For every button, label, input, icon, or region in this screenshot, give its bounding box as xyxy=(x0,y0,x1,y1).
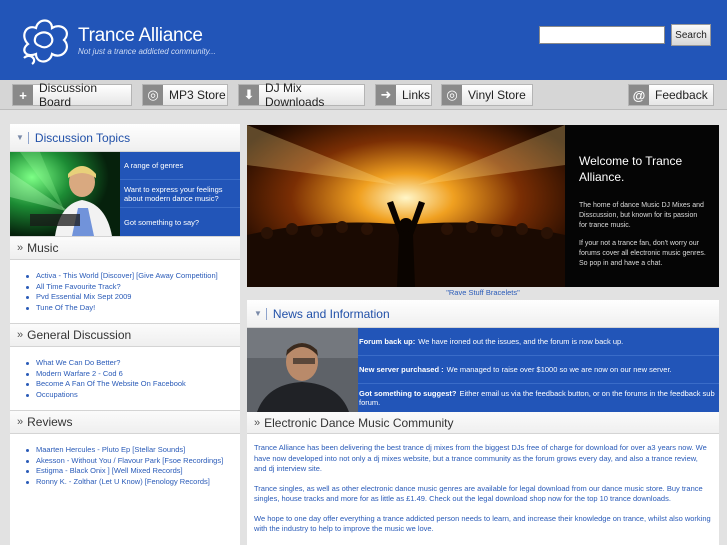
dj-photo xyxy=(10,152,120,236)
divider xyxy=(27,131,29,144)
discussion-topics-title[interactable]: Discussion Topics xyxy=(35,131,130,145)
edm-paragraph: We hope to one day offer everything a tr… xyxy=(254,513,711,534)
news-item-heading: New server purchased : xyxy=(359,364,444,374)
hero-banner: Welcome to Trance Alliance. The home of … xyxy=(247,125,719,287)
edm-header: » Electronic Dance Music Community xyxy=(247,412,719,434)
search-button[interactable]: Search xyxy=(671,24,711,46)
nav-mp3-store[interactable]: ◎ MP3 Store xyxy=(142,84,228,106)
topics-links: A range of genres Want to express your f… xyxy=(120,152,240,236)
list-item[interactable]: Pvd Essential Mix Sept 2009 xyxy=(26,292,232,303)
nav-vinyl-store[interactable]: ◎ Vinyl Store xyxy=(441,84,533,106)
nav-label: MP3 Store xyxy=(169,88,226,102)
general-discussion-list: What We Can Do Better? Modern Warfare 2 … xyxy=(10,347,240,410)
news-item: Got something to suggest? Either email us… xyxy=(358,384,719,412)
list-item[interactable]: Ronny K. - Zolthar (Let U Know) [Fenolog… xyxy=(26,477,232,488)
nav-label: Vinyl Store xyxy=(468,88,526,102)
nav-label: Discussion Board xyxy=(39,81,98,109)
list-item[interactable]: Estigma - Black Onix ] [Well Mixed Recor… xyxy=(26,466,232,477)
reviews-list: Maarten Hercules - Pluto Ep [Stellar Sou… xyxy=(10,434,240,497)
list-item[interactable]: Activa - This World [Discover] [Give Awa… xyxy=(26,271,232,282)
dj-portrait-photo xyxy=(247,328,358,412)
nav-dj-mix-downloads[interactable]: ⬇ DJ Mix Downloads xyxy=(238,81,365,109)
list-item[interactable]: What We Can Do Better? xyxy=(26,358,232,369)
main-nav: + Discussion Board ◎ MP3 Store ⬇ DJ Mix … xyxy=(0,80,727,110)
general-discussion-section-title[interactable]: General Discussion xyxy=(27,328,131,342)
main-content: ▼ News and Information Forum back up: We … xyxy=(247,300,719,545)
edm-paragraph: Trance Alliance has been delivering the … xyxy=(254,443,707,473)
trance-alliance-logo[interactable] xyxy=(18,14,74,66)
list-item[interactable]: All Time Favourite Track? xyxy=(26,282,232,293)
site-title[interactable]: Trance Alliance xyxy=(78,25,203,47)
double-chevron-icon: » xyxy=(254,416,261,429)
reviews-section-title[interactable]: Reviews xyxy=(27,415,72,429)
news-header: ▼ News and Information xyxy=(247,300,719,328)
collapse-triangle-icon[interactable]: ▼ xyxy=(254,309,262,318)
music-list: Activa - This World [Discover] [Give Awa… xyxy=(10,260,240,323)
nav-label: Links xyxy=(402,88,431,102)
edm-body: Trance Alliance has been delivering the … xyxy=(247,434,719,535)
list-item[interactable]: Maarten Hercules - Pluto Ep [Stellar Sou… xyxy=(26,445,232,456)
hero-title: Welcome to Trance Alliance. xyxy=(579,154,683,184)
list-item[interactable]: Tune Of The Day! xyxy=(26,303,232,314)
nav-feedback[interactable]: @ Feedback xyxy=(628,84,714,106)
nav-label: DJ Mix Downloads xyxy=(265,81,325,109)
site-tagline: Not just a trance addicted community... xyxy=(78,47,216,56)
discussion-topics-header: ▼ Discussion Topics xyxy=(10,124,240,152)
edm-paragraph: Trance singles, as well as other electro… xyxy=(254,483,703,504)
music-section-title[interactable]: Music xyxy=(27,241,58,255)
list-item[interactable]: Akesson - Without You / Flavour Park [Fs… xyxy=(26,456,232,467)
news-item-heading: Forum back up: xyxy=(359,336,416,346)
topic-link[interactable]: A range of genres xyxy=(120,152,240,180)
hero-text-panel: Welcome to Trance Alliance. The home of … xyxy=(565,125,719,287)
news-item: New server purchased : We managed to rais… xyxy=(358,356,719,384)
hero-paragraph: The home of dance Music DJ Mixes and Dis… xyxy=(579,202,704,229)
reviews-section-header: » Reviews xyxy=(10,410,240,434)
search-input[interactable] xyxy=(539,26,665,44)
general-discussion-section-header: » General Discussion xyxy=(10,323,240,347)
news-items: Forum back up: We have ironed out the iss… xyxy=(358,328,719,412)
left-sidebar: ▼ Discussion Topics A range of genres Wa… xyxy=(10,124,240,545)
disc-icon: ◎ xyxy=(442,85,462,105)
double-chevron-icon: » xyxy=(17,416,24,428)
plus-icon: + xyxy=(13,85,33,105)
news-item: Forum back up: We have ironed out the iss… xyxy=(358,328,719,356)
hero-caption-link[interactable]: "Rave Stuff Bracelets" xyxy=(247,288,719,297)
download-arrow-icon: ⬇ xyxy=(239,85,259,105)
music-section-header: » Music xyxy=(10,236,240,260)
topic-link[interactable]: Want to express your feelings about mode… xyxy=(120,180,240,208)
news-title[interactable]: News and Information xyxy=(273,307,390,321)
topic-link[interactable]: Got something to say? xyxy=(120,208,240,236)
edm-title: Electronic Dance Music Community xyxy=(264,415,454,430)
list-item[interactable]: Become A Fan Of The Website On Facebook xyxy=(26,379,232,390)
nav-links[interactable]: ➜ Links xyxy=(375,84,432,106)
nav-label: Feedback xyxy=(655,88,708,102)
news-item-text: We managed to raise over $1000 so we are… xyxy=(446,364,672,374)
news-item-text: We have ironed out the issues, and the f… xyxy=(418,336,624,346)
crowd-photo[interactable] xyxy=(247,125,565,287)
news-box: Forum back up: We have ironed out the iss… xyxy=(247,328,719,412)
hero-paragraph: If your not a trance fan, don't worry ou… xyxy=(579,240,706,267)
list-item[interactable]: Occupations xyxy=(26,390,232,401)
news-item-heading: Got something to suggest? xyxy=(359,388,457,398)
discussion-topics-box: A range of genres Want to express your f… xyxy=(10,152,240,236)
nav-discussion-board[interactable]: + Discussion Board xyxy=(12,81,132,109)
double-chevron-icon: » xyxy=(17,242,24,254)
collapse-triangle-icon[interactable]: ▼ xyxy=(16,133,24,142)
divider xyxy=(265,307,267,320)
double-chevron-icon: » xyxy=(17,329,24,341)
site-header: Trance Alliance Not just a trance addict… xyxy=(0,0,727,80)
disc-icon: ◎ xyxy=(143,85,163,105)
list-item[interactable]: Modern Warfare 2 - Cod 6 xyxy=(26,369,232,380)
right-arrow-icon: ➜ xyxy=(376,85,396,105)
at-icon: @ xyxy=(629,85,649,105)
